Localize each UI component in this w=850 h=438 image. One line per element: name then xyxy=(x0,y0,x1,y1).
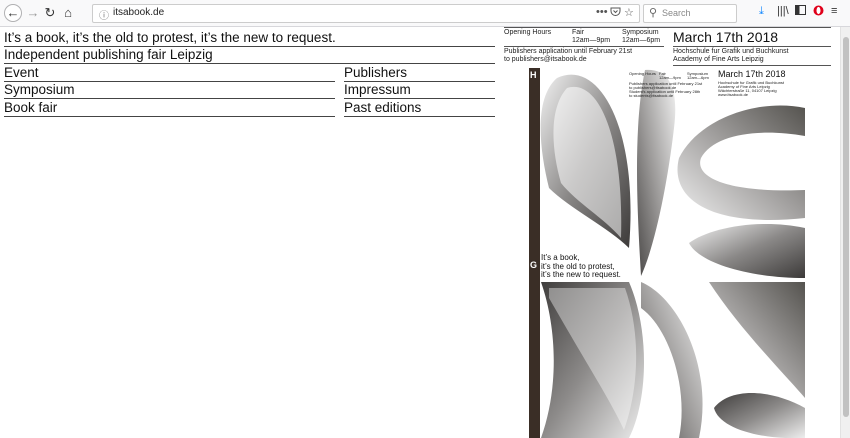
site-tagline: It’s a book, it’s the old to protest, it… xyxy=(4,30,495,47)
search-input[interactable] xyxy=(662,6,732,19)
poster-image: H G Opening Hours Fair 12am—9pm Symposiu… xyxy=(529,68,805,438)
search-box[interactable]: ⚲ xyxy=(643,4,737,23)
poster-stud-line-2: to students@itsabook.de xyxy=(629,93,674,98)
symposium-label: Symposium xyxy=(622,29,659,36)
reload-icon[interactable]: ↻ xyxy=(41,4,59,22)
nav-item-impressum[interactable]: Impressum xyxy=(344,82,495,99)
header-rule xyxy=(504,46,664,47)
symposium-hours: 12am—6pm xyxy=(622,37,661,44)
fair-label: Fair xyxy=(572,29,585,36)
nav-item-publishers[interactable]: Publishers xyxy=(344,65,495,82)
header-rule xyxy=(504,27,831,28)
spine-letter-g: G xyxy=(530,260,538,270)
forward-arrow-icon[interactable]: → xyxy=(24,4,42,22)
poster-venue-line-4: www.itsabook.de xyxy=(718,92,749,97)
poster-spine: H G xyxy=(529,68,540,438)
nav-item-symposium[interactable]: Symposium xyxy=(4,82,335,99)
poster-symposium-hours: 12am—6pm xyxy=(687,75,709,80)
header-rule xyxy=(673,46,831,47)
poster-date: March 17th 2018 xyxy=(718,69,786,79)
sidebar-icon[interactable] xyxy=(795,5,806,18)
poster-tagline-line-3: it’s the new to request. xyxy=(541,270,621,279)
search-icon: ⚲ xyxy=(649,7,658,19)
info-icon[interactable]: ⓘ xyxy=(99,7,109,22)
publishers-application: Publishers application until February 21… xyxy=(504,48,633,55)
nav-item-past-editions[interactable]: Past editions xyxy=(344,100,495,117)
poster-tagline: It’s a book, it’s the old to protest, it… xyxy=(541,253,621,280)
venue-line-1: Hochschule fur Grafik und Buchkunst xyxy=(673,48,789,55)
publishers-email[interactable]: to publishers@itsabook.de xyxy=(504,56,587,64)
spine-letter-h: H xyxy=(530,70,537,80)
nav-item-event[interactable]: Event xyxy=(4,65,335,82)
pocket-icon[interactable] xyxy=(610,6,621,20)
more-icon[interactable]: ••• xyxy=(596,6,608,18)
address-bar[interactable]: ⓘ itsabook.de ••• ☆ xyxy=(92,4,640,23)
vertical-scrollbar[interactable] xyxy=(840,27,850,438)
home-icon[interactable]: ⌂ xyxy=(59,4,77,22)
menu-icon[interactable]: ≡ xyxy=(831,5,837,17)
site-subtitle: Independent publishing fair Leipzig xyxy=(4,47,495,64)
poster-opening-hours: Opening Hours xyxy=(629,71,656,76)
library-icon[interactable]: |||\ xyxy=(777,5,789,17)
url-text[interactable]: itsabook.de xyxy=(113,7,164,18)
scrollbar-thumb[interactable] xyxy=(843,37,849,417)
opera-icon[interactable] xyxy=(813,5,824,19)
browser-toolbar: ← → ↻ ⌂ ⓘ itsabook.de ••• ☆ ⚲ ⤓ |||\ ≡ xyxy=(0,0,850,27)
poster-fair-hours: 12am—9pm xyxy=(659,75,681,80)
fair-hours: 12am—9pm xyxy=(572,37,611,44)
opening-hours-label: Opening Hours xyxy=(504,29,552,36)
nav-item-book-fair[interactable]: Book fair xyxy=(4,100,335,117)
event-date: March 17th 2018 xyxy=(673,29,779,45)
bookmark-star-icon[interactable]: ☆ xyxy=(624,6,634,19)
download-icon[interactable]: ⤓ xyxy=(759,5,764,18)
header-rule xyxy=(673,65,831,66)
back-arrow-icon[interactable]: ← xyxy=(4,4,22,22)
venue-line-2: Academy of Fine Arts Leipzig xyxy=(673,56,764,63)
